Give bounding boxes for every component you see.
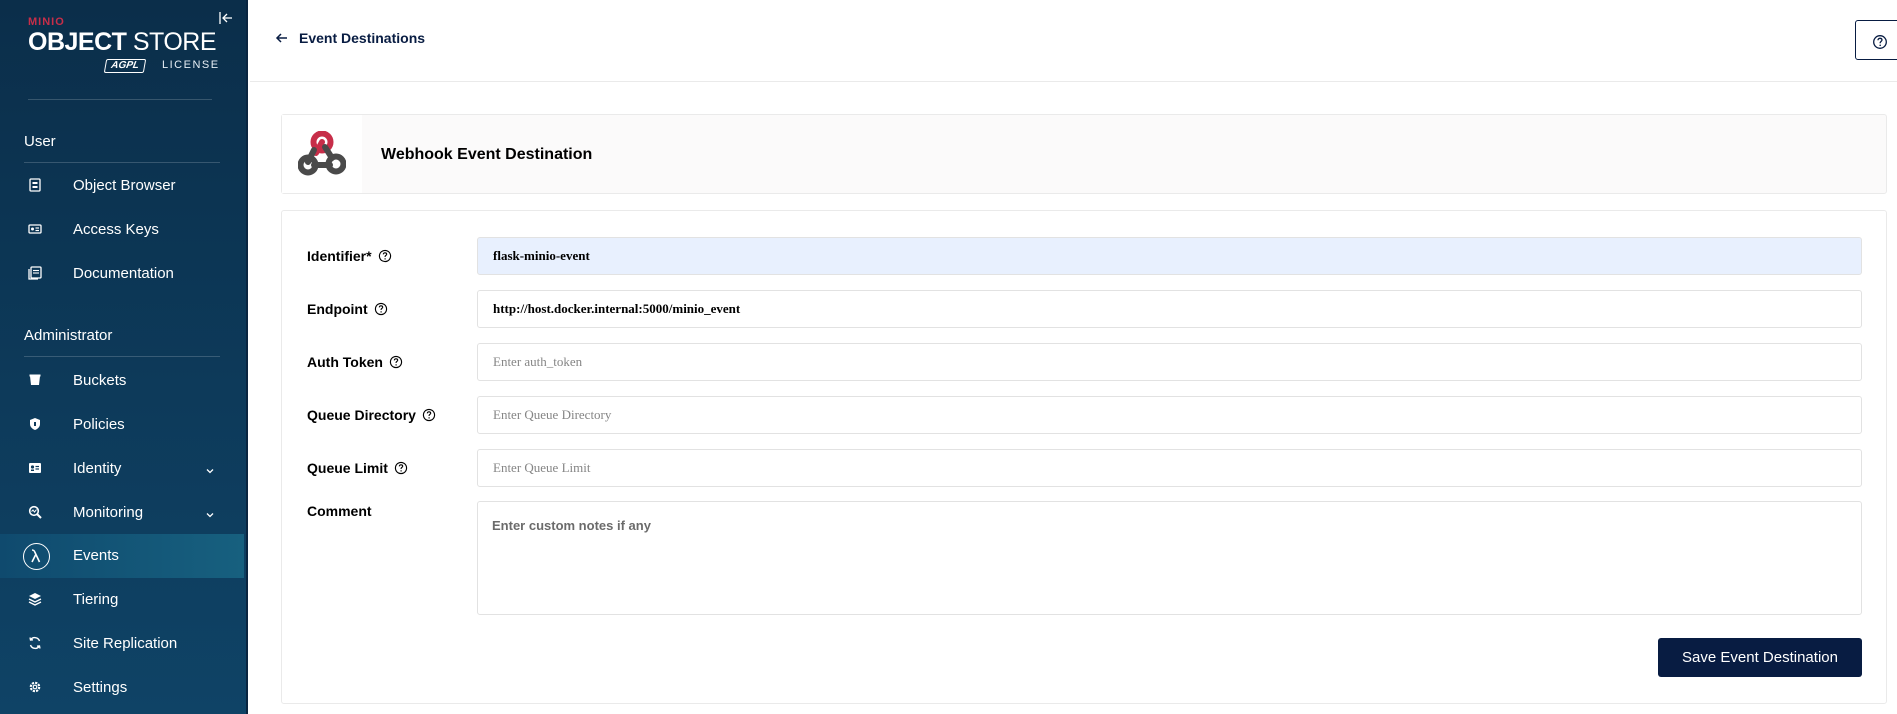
- brand-logo: MINIO OBJECT STORE AGPL LICENSE: [28, 16, 228, 76]
- sidebar-item-site-replication[interactable]: Site Replication: [0, 622, 244, 666]
- sidebar-item-label: Access Keys: [73, 221, 159, 238]
- queue-directory-input[interactable]: [477, 396, 1862, 434]
- queue-limit-input[interactable]: [477, 449, 1862, 487]
- webhook-title-card: Webhook Event Destination: [281, 114, 1887, 194]
- sidebar-item-events[interactable]: Events: [0, 534, 244, 578]
- identifier-input[interactable]: [477, 237, 1862, 275]
- section-label-administrator: Administrator: [24, 327, 113, 344]
- brand-title-bold: OBJECT: [28, 28, 127, 56]
- collapse-sidebar-icon[interactable]: [218, 10, 236, 28]
- tiering-icon: [28, 592, 44, 608]
- sidebar-item-label: Site Replication: [73, 635, 178, 652]
- sidebar-item-label: Settings: [73, 679, 128, 696]
- identifier-label: Identifier*: [307, 248, 392, 264]
- monitoring-icon: [28, 505, 44, 521]
- sidebar-item-buckets[interactable]: Buckets: [0, 359, 244, 403]
- sidebar-item-label: Tiering: [73, 591, 119, 608]
- endpoint-label: Endpoint: [307, 301, 388, 317]
- sidebar-item-label: Documentation: [73, 265, 174, 282]
- sidebar-item-label: Policies: [73, 416, 125, 433]
- chevron-down-icon[interactable]: [205, 463, 217, 475]
- comment-label-text: Comment: [307, 503, 372, 519]
- identifier-label-text: Identifier*: [307, 248, 372, 264]
- object-browser-icon: [28, 178, 44, 194]
- sidebar-item-access-keys[interactable]: Access Keys: [0, 208, 244, 252]
- identity-icon: [28, 461, 44, 477]
- arrow-left-icon: [275, 31, 289, 45]
- sidebar-item-label: Object Browser: [73, 177, 176, 194]
- endpoint-input[interactable]: [477, 290, 1862, 328]
- queue-directory-label: Queue Directory: [307, 407, 436, 423]
- documentation-icon: [28, 266, 44, 282]
- section-label-user: User: [24, 133, 56, 150]
- queue-limit-label-text: Queue Limit: [307, 460, 388, 476]
- brand-divider: [28, 99, 212, 100]
- sidebar-item-label: Monitoring: [73, 504, 144, 521]
- page-title: Webhook Event Destination: [381, 146, 593, 163]
- brand-title: OBJECT STORE: [28, 28, 217, 57]
- bucket-icon: [28, 373, 44, 389]
- help-circle-icon[interactable]: [389, 355, 403, 369]
- brand-license: LICENSE: [162, 59, 220, 71]
- brand-vendor: MINIO: [28, 16, 65, 28]
- sidebar: MINIO OBJECT STORE AGPL LICENSE User Obj…: [0, 0, 248, 714]
- lambda-icon: [23, 543, 50, 570]
- comment-label: Comment: [307, 503, 372, 519]
- gear-icon: [28, 680, 44, 696]
- sidebar-item-policies[interactable]: Policies: [0, 403, 244, 447]
- back-link-label: Event Destinations: [299, 30, 426, 46]
- queue-limit-label: Queue Limit: [307, 460, 408, 476]
- page-header: Event Destinations: [250, 0, 1897, 82]
- help-circle-icon[interactable]: [374, 302, 388, 316]
- queue-directory-label-text: Queue Directory: [307, 407, 416, 423]
- auth-token-label: Auth Token: [307, 354, 403, 370]
- save-event-destination-button[interactable]: Save Event Destination: [1658, 638, 1862, 677]
- sidebar-item-label: Buckets: [73, 372, 127, 389]
- sidebar-item-monitoring[interactable]: Monitoring: [0, 491, 244, 535]
- sidebar-item-documentation[interactable]: Documentation: [0, 252, 244, 296]
- comment-textarea[interactable]: [477, 501, 1862, 615]
- auth-token-input[interactable]: [477, 343, 1862, 381]
- admin-divider: [24, 356, 220, 357]
- shield-icon: [28, 417, 44, 433]
- chevron-down-icon[interactable]: [205, 507, 217, 519]
- help-button[interactable]: [1855, 20, 1897, 60]
- webhook-icon-container: [282, 115, 362, 193]
- sidebar-item-tiering[interactable]: Tiering: [0, 578, 244, 622]
- endpoint-label-text: Endpoint: [307, 301, 368, 317]
- brand-agpl-badge: AGPL: [103, 59, 147, 73]
- sidebar-item-identity[interactable]: Identity: [0, 447, 244, 491]
- user-divider: [24, 162, 220, 163]
- sidebar-item-settings[interactable]: Settings: [0, 666, 244, 710]
- auth-token-label-text: Auth Token: [307, 354, 383, 370]
- brand-title-light: STORE: [132, 28, 217, 56]
- help-circle-icon[interactable]: [394, 461, 408, 475]
- help-circle-icon[interactable]: [378, 249, 392, 263]
- back-to-event-destinations-link[interactable]: Event Destinations: [275, 30, 425, 46]
- webhook-form: Identifier* Endpoint Auth Token Queue Di…: [281, 210, 1887, 704]
- replication-icon: [28, 636, 44, 652]
- sidebar-item-object-browser[interactable]: Object Browser: [0, 164, 244, 208]
- sidebar-item-label: Events: [73, 547, 119, 564]
- sidebar-item-label: Identity: [73, 460, 122, 477]
- help-circle-icon[interactable]: [422, 408, 436, 422]
- access-keys-icon: [28, 222, 44, 238]
